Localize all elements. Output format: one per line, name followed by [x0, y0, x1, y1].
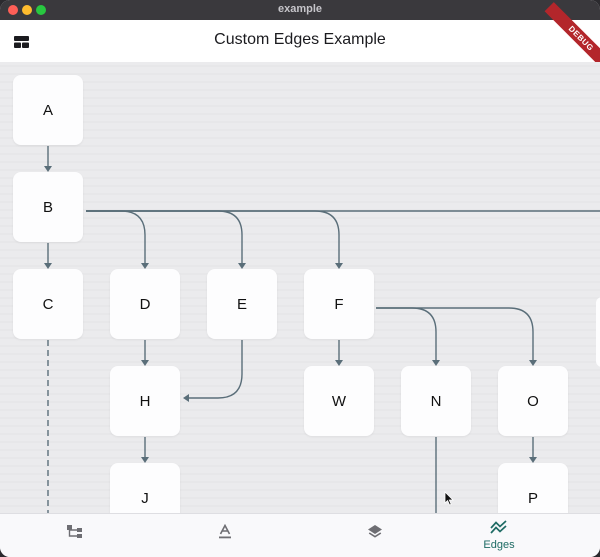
graph-node-offscreen[interactable]: [596, 297, 600, 367]
edge-e-h: [188, 340, 243, 399]
graph-node-o[interactable]: O: [498, 366, 568, 436]
mouse-cursor-icon: [444, 491, 454, 506]
graph-node-c[interactable]: C: [13, 269, 83, 339]
text-format-icon: [150, 523, 300, 545]
graph-node-e[interactable]: E: [207, 269, 277, 339]
edge-f-o: [376, 307, 534, 360]
app-window: example Custom Edges Example DEBUG A B C…: [0, 0, 600, 557]
graph-node-n[interactable]: N: [401, 366, 471, 436]
nav-item-text[interactable]: [150, 514, 300, 557]
nav-item-tree[interactable]: [0, 514, 150, 557]
tree-icon: [0, 524, 150, 545]
edge-b-f: [86, 210, 340, 263]
window-title: example: [277, 3, 323, 15]
nav-label-edges: Edges: [483, 539, 515, 551]
graph-node-a[interactable]: A: [13, 75, 83, 145]
edges-icon: [424, 520, 574, 539]
graph-node-w[interactable]: W: [304, 366, 374, 436]
graph-node-p[interactable]: P: [498, 463, 568, 513]
edge-b-e: [86, 210, 243, 263]
edge-f-n: [376, 307, 437, 360]
edge-b-d: [86, 210, 146, 263]
graph-canvas[interactable]: A B C D E F H W N O J P: [0, 62, 600, 513]
graph-node-d[interactable]: D: [110, 269, 180, 339]
arrow-e-h: [183, 394, 189, 402]
graph-node-h[interactable]: H: [110, 366, 180, 436]
graph-edges: [44, 146, 600, 513]
nav-item-edges[interactable]: Edges: [424, 514, 574, 557]
graph-node-f[interactable]: F: [304, 269, 374, 339]
window-titlebar: example: [0, 0, 600, 20]
graph-node-j[interactable]: J: [110, 463, 180, 513]
page-title: Custom Edges Example: [214, 31, 386, 48]
graph-node-b[interactable]: B: [13, 172, 83, 242]
bottom-navigation: Edges: [0, 513, 600, 557]
app-bar: Custom Edges Example DEBUG: [0, 2, 600, 75]
